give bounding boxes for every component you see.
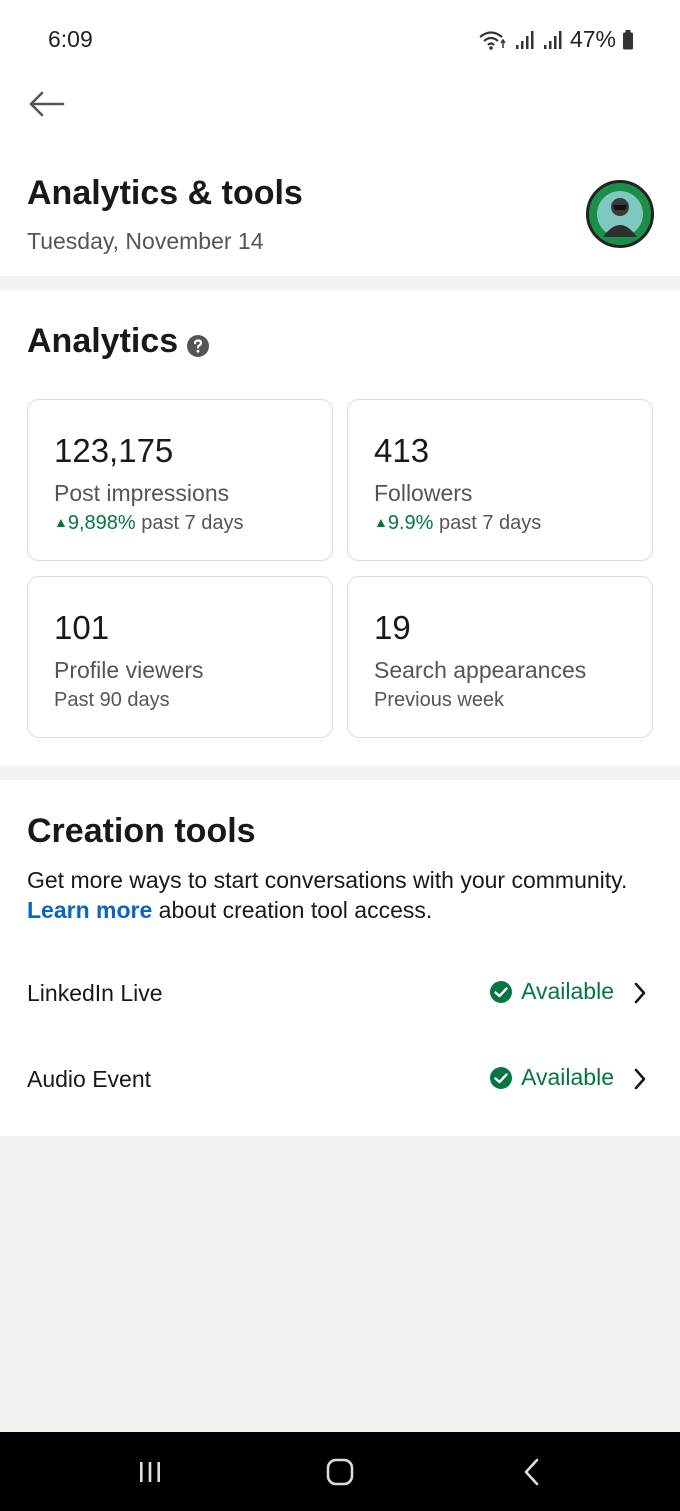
trend-period: past 7 days — [141, 512, 244, 534]
help-icon[interactable] — [186, 334, 210, 358]
status-bar: 6:09 47% — [0, 0, 680, 78]
status-text: Available — [521, 978, 614, 1004]
creation-tools-section: Creation tools Get more ways to start co… — [0, 780, 680, 1136]
profile-viewers-card[interactable]: 101 Profile viewers Past 90 days — [27, 576, 333, 738]
search-appearances-label: Search appearances — [374, 657, 587, 683]
trend-up-icon: ▲ — [54, 514, 68, 530]
followers-label: Followers — [374, 480, 473, 506]
post-impressions-label: Post impressions — [54, 480, 230, 506]
signal-icon — [542, 29, 564, 51]
post-impressions-card[interactable]: 123,175 Post impressions ▲9,898% past 7 … — [27, 399, 333, 561]
analytics-title: Analytics — [27, 322, 179, 360]
arrow-left-icon — [29, 91, 65, 117]
post-impressions-trend: ▲9,898% past 7 days — [54, 512, 244, 535]
status-text: Available — [521, 1064, 614, 1090]
tool-row-linkedin-live[interactable]: LinkedIn Live Available — [0, 960, 680, 1030]
chevron-right-icon — [634, 982, 646, 1004]
followers-card[interactable]: 413 Followers ▲9.9% past 7 days — [347, 399, 653, 561]
page-title: Analytics & tools — [27, 174, 303, 212]
trend-period: past 7 days — [439, 512, 542, 534]
tool-row-audio-event[interactable]: Audio Event Available — [0, 1046, 680, 1116]
header: Analytics & tools Tuesday, November 14 — [0, 78, 680, 276]
search-appearances-period: Previous week — [374, 689, 505, 711]
home-button[interactable] — [320, 1454, 360, 1490]
trend-up-icon: ▲ — [374, 514, 388, 530]
learn-more-link[interactable]: Learn more — [27, 897, 152, 923]
followers-value: 413 — [374, 432, 430, 469]
status-time: 6:09 — [48, 26, 93, 52]
search-appearances-card[interactable]: 19 Search appearances Previous week — [347, 576, 653, 738]
description-text-end: about creation tool access. — [158, 897, 433, 923]
tool-label: LinkedIn Live — [27, 980, 163, 1006]
home-icon — [326, 1458, 354, 1486]
search-appearances-value: 19 — [374, 609, 411, 646]
profile-viewers-period: Past 90 days — [54, 689, 170, 711]
chevron-left-icon — [524, 1458, 539, 1486]
recent-apps-icon — [140, 1462, 160, 1482]
chevron-right-icon — [634, 1068, 646, 1090]
wifi-icon — [478, 29, 508, 51]
description-text: Get more ways to start conversations wit… — [27, 867, 628, 893]
profile-viewers-value: 101 — [54, 609, 110, 646]
signal-icon — [514, 29, 536, 51]
post-impressions-value: 123,175 — [54, 432, 174, 469]
profile-photo-icon — [589, 183, 651, 245]
profile-viewers-label: Profile viewers — [54, 657, 204, 683]
system-nav-bar — [0, 1432, 680, 1511]
tool-label: Audio Event — [27, 1066, 152, 1092]
recent-apps-button[interactable] — [130, 1454, 170, 1490]
battery-icon — [622, 29, 634, 51]
trend-value: 9.9% — [387, 512, 434, 534]
check-circle-icon — [490, 1066, 513, 1089]
battery-percent: 47% — [569, 26, 616, 52]
tool-status: Available — [489, 978, 614, 1005]
status-icons: 47% — [478, 26, 634, 53]
back-button[interactable] — [24, 82, 68, 126]
creation-tools-title: Creation tools — [27, 812, 256, 850]
page-date: Tuesday, November 14 — [27, 228, 264, 254]
check-circle-icon — [490, 980, 513, 1003]
creation-tools-description: Get more ways to start conversations wit… — [27, 865, 647, 925]
followers-trend: ▲9.9% past 7 days — [374, 512, 541, 535]
tool-status: Available — [489, 1064, 614, 1091]
avatar[interactable] — [586, 180, 654, 248]
system-back-button[interactable] — [512, 1454, 552, 1490]
trend-value: 9,898% — [67, 512, 136, 534]
analytics-section: Analytics 123,175 Post impressions ▲9,89… — [0, 290, 680, 766]
